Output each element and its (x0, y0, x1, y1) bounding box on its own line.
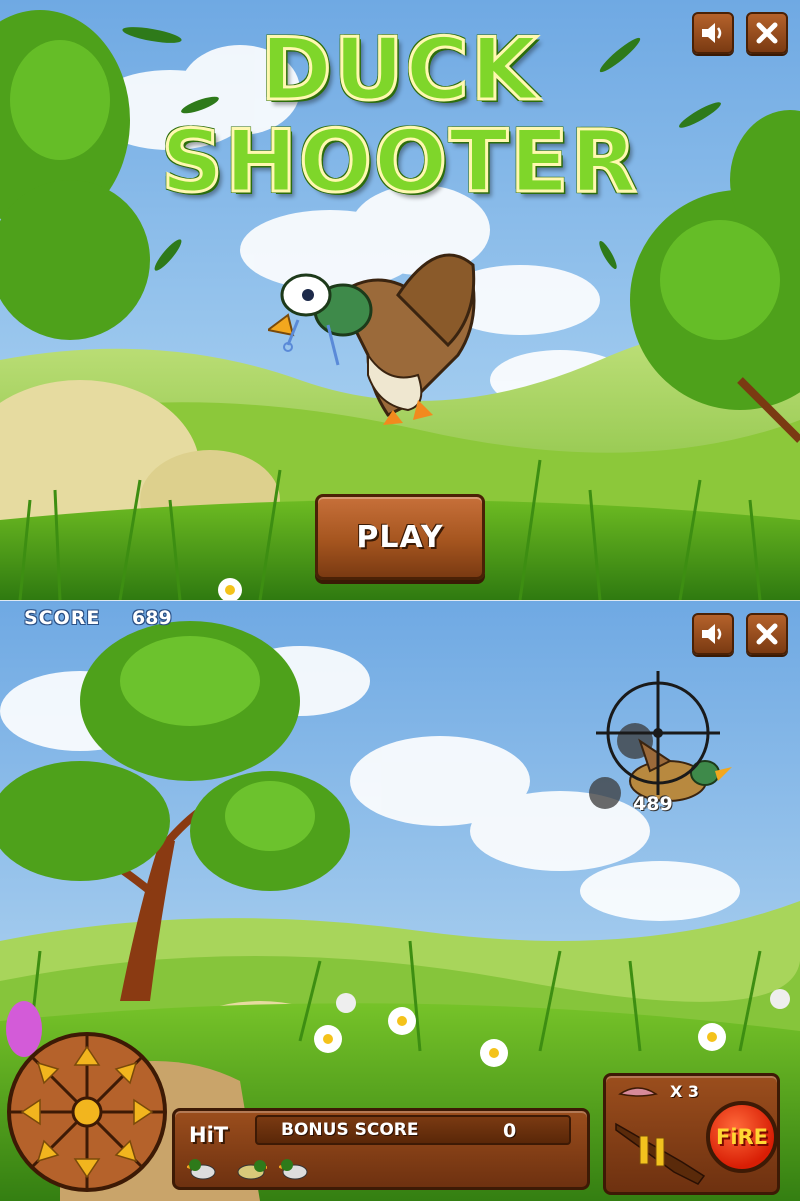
game-title-line1: DUCK (259, 19, 540, 122)
sound-button[interactable] (692, 613, 734, 655)
game-title-line2: SHOOTER (160, 111, 639, 214)
speaker-icon (702, 23, 722, 43)
close-icon (756, 623, 778, 645)
score-value: 689 (132, 607, 172, 629)
hit-duck-icon (187, 1159, 216, 1180)
bonus-score-board: BONUS SCORE 0 (255, 1115, 571, 1145)
menu-screen: DUCK SHOOTER PLAY (0, 0, 800, 600)
fire-button[interactable]: FiRE (706, 1101, 778, 1173)
ammo-multiplier: X 3 (670, 1082, 700, 1101)
bonus-score-value: 0 (503, 1120, 517, 1142)
sound-button[interactable] (692, 12, 734, 54)
weapon-panel: X 3 FiRE (603, 1073, 780, 1195)
play-button[interactable]: PLAY (315, 494, 485, 580)
rifle-icon (615, 1122, 706, 1185)
points-popup: 489 (633, 793, 673, 815)
direction-pad (7, 1032, 167, 1192)
hit-label: HiT (189, 1123, 229, 1147)
hit-panel: HiT BONUS SCORE 0 (172, 1108, 590, 1190)
hit-duck-icon (237, 1160, 267, 1180)
speaker-icon (702, 624, 722, 644)
bonus-score-label: BONUS SCORE (281, 1120, 419, 1140)
close-button[interactable] (746, 613, 788, 655)
score-label: SCORE (24, 607, 101, 629)
hit-duck-icon (279, 1159, 308, 1180)
game-screen: SCORE 689 489 HiT BONUS SCORE 0 X 3 FiRE (0, 601, 800, 1201)
close-icon (756, 22, 778, 44)
close-button[interactable] (746, 12, 788, 54)
duck-illustration (268, 253, 476, 425)
hat-icon (618, 1087, 658, 1097)
